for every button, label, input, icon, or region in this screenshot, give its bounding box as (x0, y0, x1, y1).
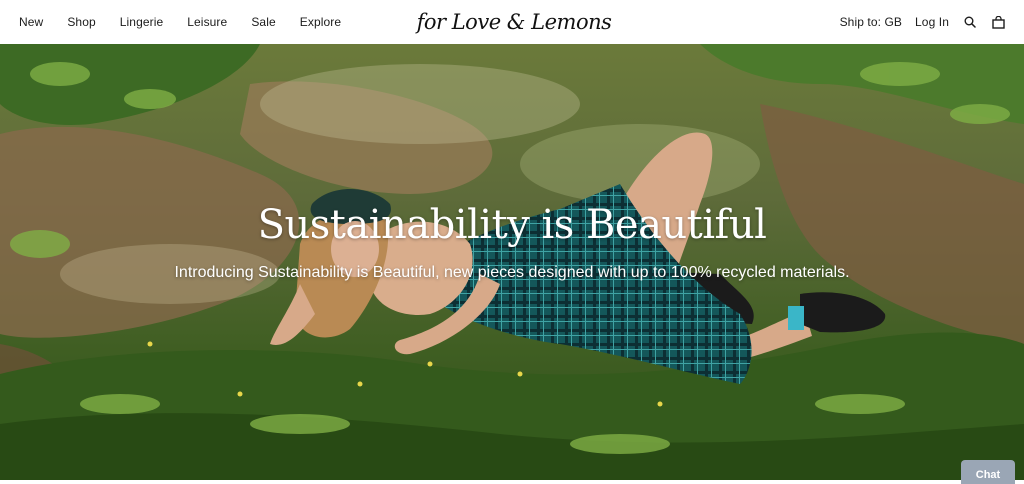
nav-item-new[interactable]: New (19, 15, 43, 29)
page: New Shop Lingerie Leisure Sale Explore f… (0, 0, 1024, 484)
utility-nav: Ship to: GB Log In (827, 0, 1005, 44)
hero-title: Sustainability is Beautiful (257, 202, 767, 248)
bag-icon[interactable] (991, 15, 1005, 29)
chat-button[interactable]: Chat (961, 460, 1015, 484)
primary-nav: New Shop Lingerie Leisure Sale Explore (19, 0, 365, 44)
brand-logo[interactable]: for Love & Lemons (417, 6, 612, 38)
nav-item-lingerie[interactable]: Lingerie (120, 15, 164, 29)
ship-to-selector[interactable]: Ship to: GB (840, 15, 902, 29)
nav-item-leisure[interactable]: Leisure (187, 15, 227, 29)
nav-item-sale[interactable]: Sale (251, 15, 275, 29)
page-bottom-edge (0, 480, 1024, 484)
hero-banner[interactable]: Sustainability is Beautiful Introducing … (0, 44, 1024, 484)
hero-subtitle: Introducing Sustainability is Beautiful,… (174, 264, 850, 281)
login-link[interactable]: Log In (915, 15, 949, 29)
site-header: New Shop Lingerie Leisure Sale Explore f… (0, 0, 1024, 44)
nav-item-shop[interactable]: Shop (67, 15, 95, 29)
search-icon[interactable] (963, 15, 977, 29)
nav-item-explore[interactable]: Explore (300, 15, 341, 29)
